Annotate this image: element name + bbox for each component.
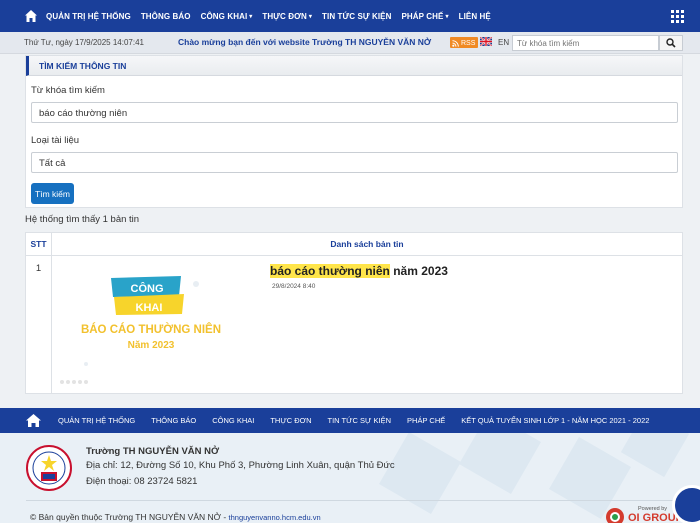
news-thumbnail[interactable]: CÔNG KHAI BÁO CÁO THƯỜNG NIÊN Năm 2023 — [56, 264, 246, 386]
thumb-badge-1: CÔNG — [131, 282, 164, 295]
footer-nav-quan-tri[interactable]: QUẢN TRỊ HỆ THỐNG — [58, 416, 135, 425]
footer-nav-cong-khai[interactable]: CÔNG KHAI — [212, 416, 254, 425]
school-logo-icon — [26, 445, 72, 491]
table-header: STT Danh sách bản tin — [26, 233, 682, 256]
uk-flag-icon[interactable] — [480, 37, 492, 46]
decorative-hexagon — [459, 433, 541, 494]
search-icon — [666, 38, 676, 48]
footer-nav-phap-che[interactable]: PHÁP CHẾ — [407, 416, 445, 425]
footer-nav-thuc-don[interactable]: THỰC ĐƠN — [270, 416, 311, 425]
site-footer: Trường TH NGUYỄN VĂN NỞ Địa chỉ: 12, Đườ… — [0, 433, 700, 523]
footer-nav-tin-tuc[interactable]: TIN TỨC SỰ KIỆN — [328, 416, 392, 425]
nav-item-thuc-don[interactable]: THỰC ĐƠN ▾ — [262, 12, 312, 21]
phone-call-button[interactable] — [672, 485, 700, 523]
footer-phone: Điện thoại: 08 23724 5821 — [86, 476, 198, 487]
doc-type-select[interactable]: Tất cả — [31, 152, 678, 173]
search-panel: TÌM KIẾM THÔNG TIN Từ khóa tìm kiếm báo … — [25, 55, 683, 208]
chevron-down-icon: ▾ — [249, 13, 253, 20]
result-count: Hệ thống tìm thấy 1 bản tin — [25, 214, 140, 225]
news-date: 29/8/2024 8:40 — [272, 283, 316, 290]
footer-school-name: Trường TH NGUYỄN VĂN NỞ — [86, 446, 220, 457]
keyword-input[interactable]: báo cáo thường niên — [31, 102, 678, 123]
language-switch[interactable]: EN — [498, 38, 509, 47]
thumb-line-1: BÁO CÁO THƯỜNG NIÊN — [81, 323, 221, 336]
rss-icon — [452, 39, 459, 47]
top-navigation: QUẢN TRỊ HỆ THỐNG THÔNG BÁO CÔNG KHAI ▾ T… — [0, 0, 700, 32]
footer-navigation: QUẢN TRỊ HỆ THỐNG THÔNG BÁO CÔNG KHAI TH… — [0, 408, 700, 433]
site-link[interactable]: thnguyenvanno.hcm.edu.vn — [229, 513, 321, 522]
home-icon[interactable] — [25, 413, 42, 428]
nav-item-phap-che[interactable]: PHÁP CHẾ ▾ — [401, 12, 448, 21]
panel-title: TÌM KIẾM THÔNG TIN — [26, 56, 682, 76]
header-search-button[interactable] — [659, 35, 683, 51]
doc-type-label: Loại tài liệu — [31, 135, 80, 146]
welcome-marquee: Chào mừng bạn đến với website Trường TH … — [178, 37, 432, 47]
info-bar: Thứ Tư, ngày 17/9/2025 14:07:41 Chào mừn… — [0, 32, 700, 54]
apps-grid-icon[interactable] — [671, 10, 684, 23]
chevron-down-icon: ▾ — [445, 13, 449, 20]
thumb-line-2: Năm 2023 — [128, 340, 175, 351]
copyright: © Bản quyền thuộc Trường TH NGUYỄN VĂN N… — [30, 512, 321, 522]
nav-item-thong-bao[interactable]: THÔNG BÁO — [141, 12, 191, 21]
table-row: 1 CÔNG KHAI BÁO CÁO THƯỜNG NIÊN Năm 2023… — [26, 256, 682, 393]
oi-group-logo-icon — [606, 508, 624, 523]
news-title-link[interactable]: báo cáo thường niên năm 2023 — [270, 264, 448, 278]
row-stt: 1 — [26, 256, 52, 393]
footer-nav-thong-bao[interactable]: THÔNG BÁO — [151, 416, 196, 425]
col-stt: STT — [26, 233, 52, 255]
header-search-input[interactable] — [512, 35, 659, 51]
current-date: Thứ Tư, ngày 17/9/2025 14:07:41 — [24, 38, 144, 47]
results-table: STT Danh sách bản tin 1 CÔNG KHAI BÁO CÁ… — [25, 232, 683, 394]
col-news-list: Danh sách bản tin — [330, 239, 404, 249]
nav-item-lien-he[interactable]: LIÊN HỆ — [459, 12, 491, 21]
nav-item-cong-khai[interactable]: CÔNG KHAI ▾ — [201, 12, 253, 21]
home-icon[interactable] — [24, 9, 38, 23]
thumb-badge-2: KHAI — [136, 302, 163, 314]
footer-nav-tuyen-sinh[interactable]: KẾT QUẢ TUYỂN SINH LỚP 1 - NĂM HỌC 2021 … — [461, 416, 649, 425]
rss-link[interactable]: RSS — [450, 37, 479, 48]
decorative-hexagon — [379, 433, 461, 514]
chevron-down-icon: ▾ — [308, 13, 313, 20]
nav-item-tin-tuc[interactable]: TIN TỨC SỰ KIỆN — [322, 12, 391, 21]
search-button[interactable]: Tìm kiếm — [31, 183, 74, 204]
footer-divider — [26, 500, 686, 501]
footer-address: Địa chỉ: 12, Đường Số 10, Khu Phố 3, Phư… — [86, 460, 395, 471]
nav-item-quan-tri[interactable]: QUẢN TRỊ HỆ THỐNG — [46, 12, 131, 21]
keyword-label: Từ khóa tìm kiếm — [31, 85, 105, 96]
search-highlight: báo cáo thường niên — [270, 264, 390, 278]
decorative-hexagon — [620, 433, 690, 478]
